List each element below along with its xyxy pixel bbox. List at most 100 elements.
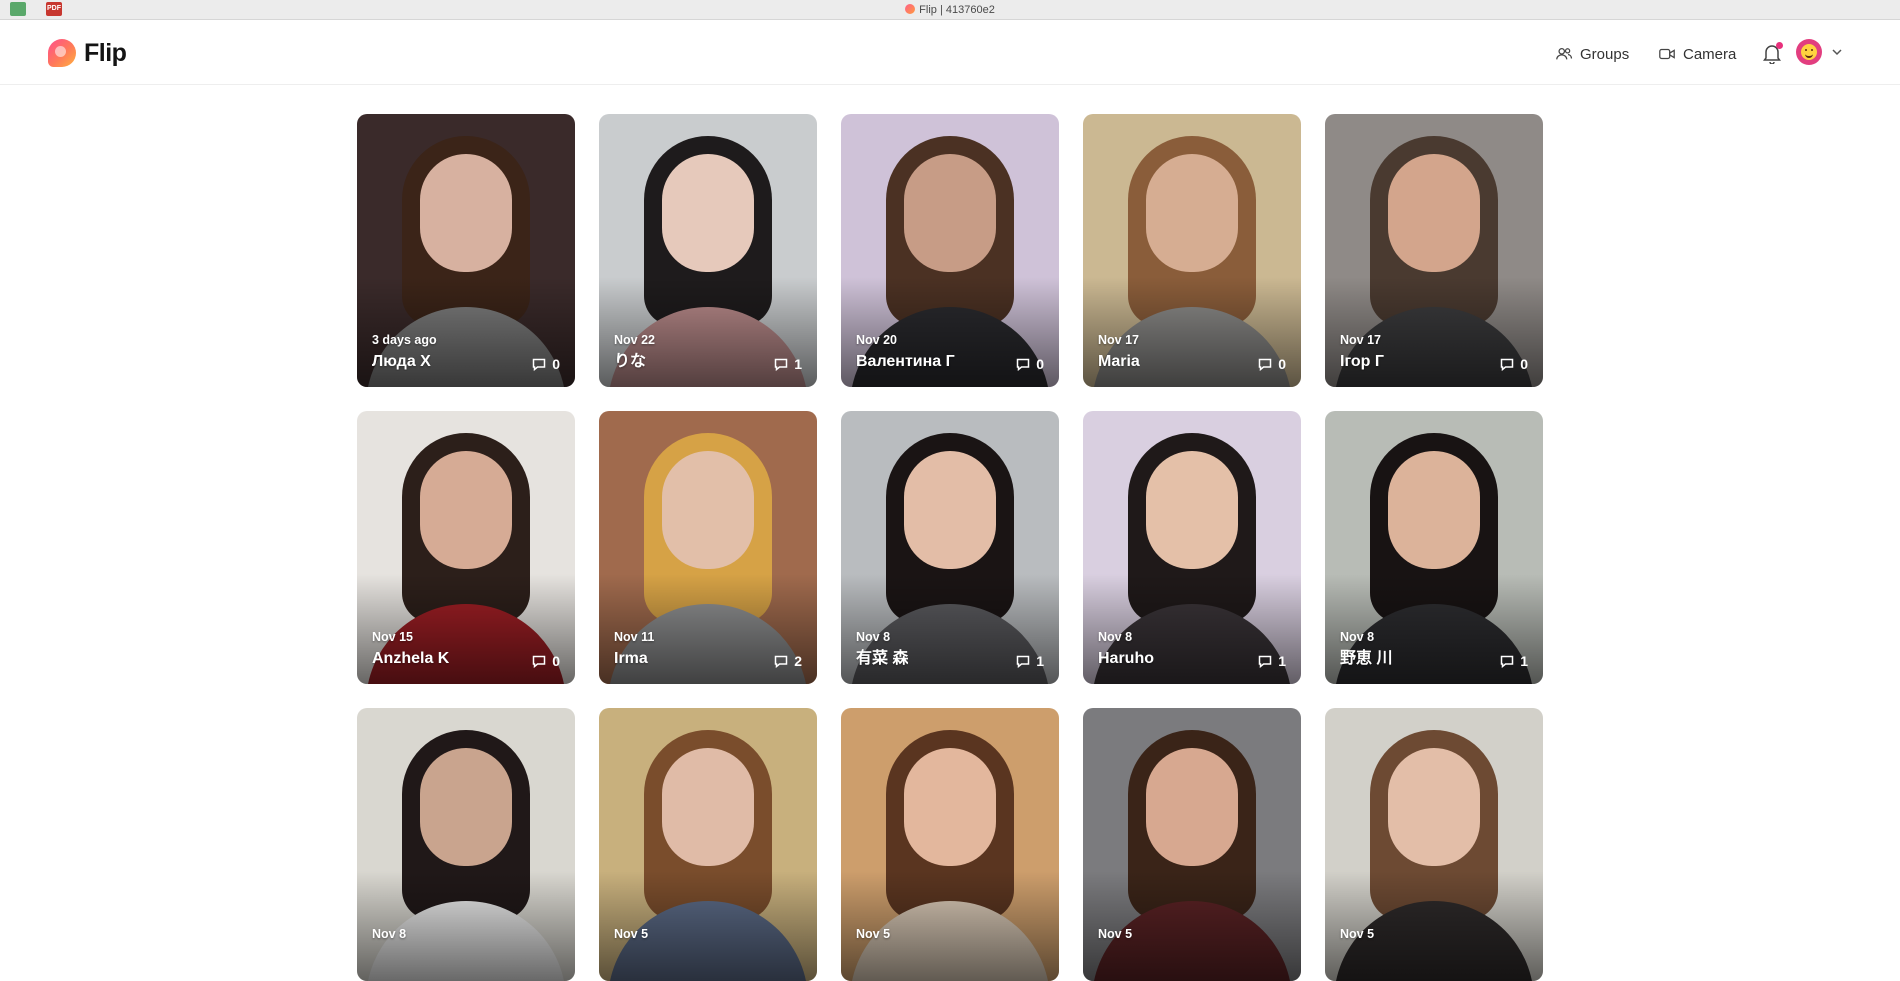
card-date: Nov 8	[372, 927, 407, 941]
card-date: Nov 5	[1098, 927, 1133, 941]
video-card[interactable]: Nov 17 Maria 0	[1083, 114, 1301, 387]
card-date: Nov 5	[856, 927, 891, 941]
card-author-name: Irma	[614, 650, 648, 667]
comment-bubble-icon	[774, 655, 788, 668]
card-date: Nov 17	[1340, 333, 1381, 347]
card-author-name: Haruho	[1098, 650, 1154, 667]
video-card[interactable]: Nov 20 Валентина Г 0	[841, 114, 1059, 387]
comment-count[interactable]: 1	[774, 356, 802, 372]
flip-favicon-icon	[905, 4, 916, 14]
comment-bubble-icon	[774, 358, 788, 371]
comment-count[interactable]: 1	[1016, 653, 1044, 669]
comment-count-value: 1	[794, 356, 802, 372]
person-face	[1146, 748, 1238, 866]
comment-count[interactable]: 2	[774, 653, 802, 669]
video-card[interactable]: Nov 8 有菜 森 1	[841, 411, 1059, 684]
card-date: Nov 17	[1098, 333, 1139, 347]
video-card[interactable]: Nov 17 Ігор Г 0	[1325, 114, 1543, 387]
video-grid: 3 days ago Люда Х 0 Nov 22 りな 1 Nov 20 В…	[357, 114, 1545, 981]
person-face	[662, 748, 754, 866]
card-author-name: Anzhela K	[372, 650, 450, 667]
comment-count[interactable]: 1	[1258, 653, 1286, 669]
comment-bubble-icon	[1016, 655, 1030, 668]
video-card[interactable]: Nov 5	[841, 708, 1059, 981]
comment-count-value: 0	[552, 653, 560, 669]
comment-count[interactable]: 1	[1500, 653, 1528, 669]
card-date: Nov 11	[614, 630, 655, 644]
card-date: Nov 5	[614, 927, 649, 941]
comment-bubble-icon	[1500, 655, 1514, 668]
card-date: Nov 20	[856, 333, 897, 347]
video-card[interactable]: Nov 8	[357, 708, 575, 981]
comment-bubble-icon	[532, 358, 546, 371]
comment-count-value: 1	[1278, 653, 1286, 669]
card-date: Nov 5	[1340, 927, 1375, 941]
person-face	[904, 154, 996, 272]
chevron-down-icon[interactable]	[1830, 45, 1844, 59]
person-face	[420, 154, 512, 272]
groups-button[interactable]: Groups	[1555, 42, 1629, 66]
card-author-name: Валентина Г	[856, 353, 955, 370]
card-date: 3 days ago	[372, 333, 437, 347]
video-card[interactable]: Nov 5	[1325, 708, 1543, 981]
flip-logo-icon	[48, 39, 76, 67]
person-face	[904, 748, 996, 866]
card-date: Nov 15	[372, 630, 413, 644]
card-date: Nov 8	[1340, 630, 1375, 644]
comment-bubble-icon	[1500, 358, 1514, 371]
person-face	[1388, 154, 1480, 272]
video-card[interactable]: Nov 5	[599, 708, 817, 981]
comment-count[interactable]: 0	[532, 653, 560, 669]
comment-count[interactable]: 0	[1016, 356, 1044, 372]
thumbnail-gradient	[599, 871, 817, 981]
comment-count-value: 0	[1036, 356, 1044, 372]
camera-button[interactable]: Camera	[1658, 42, 1736, 66]
groups-label: Groups	[1580, 45, 1630, 63]
comment-count[interactable]: 0	[1500, 356, 1528, 372]
comment-count[interactable]: 0	[532, 356, 560, 372]
card-date: Nov 22	[614, 333, 655, 347]
comment-count[interactable]: 0	[1258, 356, 1286, 372]
notification-dot	[1776, 42, 1783, 49]
person-face	[904, 451, 996, 569]
person-face	[662, 154, 754, 272]
user-avatar[interactable]	[1796, 39, 1822, 65]
card-author-name: Maria	[1098, 353, 1140, 370]
camera-label: Camera	[1683, 45, 1737, 63]
app-header: Flip Groups Camera	[0, 20, 1900, 85]
window-title-text: Flip | 413760e2	[919, 4, 995, 16]
person-face	[420, 748, 512, 866]
card-date: Nov 8	[1098, 630, 1133, 644]
video-card[interactable]: Nov 15 Anzhela K 0	[357, 411, 575, 684]
comment-bubble-icon	[532, 655, 546, 668]
camera-icon	[1659, 48, 1675, 60]
comment-count-value: 0	[552, 356, 560, 372]
person-face	[1388, 451, 1480, 569]
comment-bubble-icon	[1258, 358, 1272, 371]
person-face	[1146, 451, 1238, 569]
person-face	[420, 451, 512, 569]
logo-text: Flip	[84, 39, 127, 67]
window-title: Flip | 413760e2	[0, 0, 1900, 20]
video-card[interactable]: Nov 5	[1083, 708, 1301, 981]
smiley-avatar-icon	[1801, 44, 1817, 60]
comment-count-value: 0	[1278, 356, 1286, 372]
groups-icon	[1556, 47, 1573, 60]
card-author-name: りな	[614, 353, 647, 370]
video-card[interactable]: Nov 22 りな 1	[599, 114, 817, 387]
comment-count-value: 2	[794, 653, 802, 669]
browser-title-bar: PDF Flip | 413760e2	[0, 0, 1900, 20]
video-card[interactable]: Nov 11 Irma 2	[599, 411, 817, 684]
comment-bubble-icon	[1016, 358, 1030, 371]
card-author-name: Ігор Г	[1340, 353, 1384, 370]
person-face	[1388, 748, 1480, 866]
card-author-name: 有菜 森	[856, 650, 909, 667]
thumbnail-gradient	[357, 871, 575, 981]
comment-count-value: 1	[1036, 653, 1044, 669]
comment-count-value: 0	[1520, 356, 1528, 372]
video-card[interactable]: Nov 8 Haruho 1	[1083, 411, 1301, 684]
video-card[interactable]: 3 days ago Люда Х 0	[357, 114, 575, 387]
card-date: Nov 8	[856, 630, 891, 644]
video-card[interactable]: Nov 8 野恵 川 1	[1325, 411, 1543, 684]
card-author-name: 野恵 川	[1340, 650, 1393, 667]
